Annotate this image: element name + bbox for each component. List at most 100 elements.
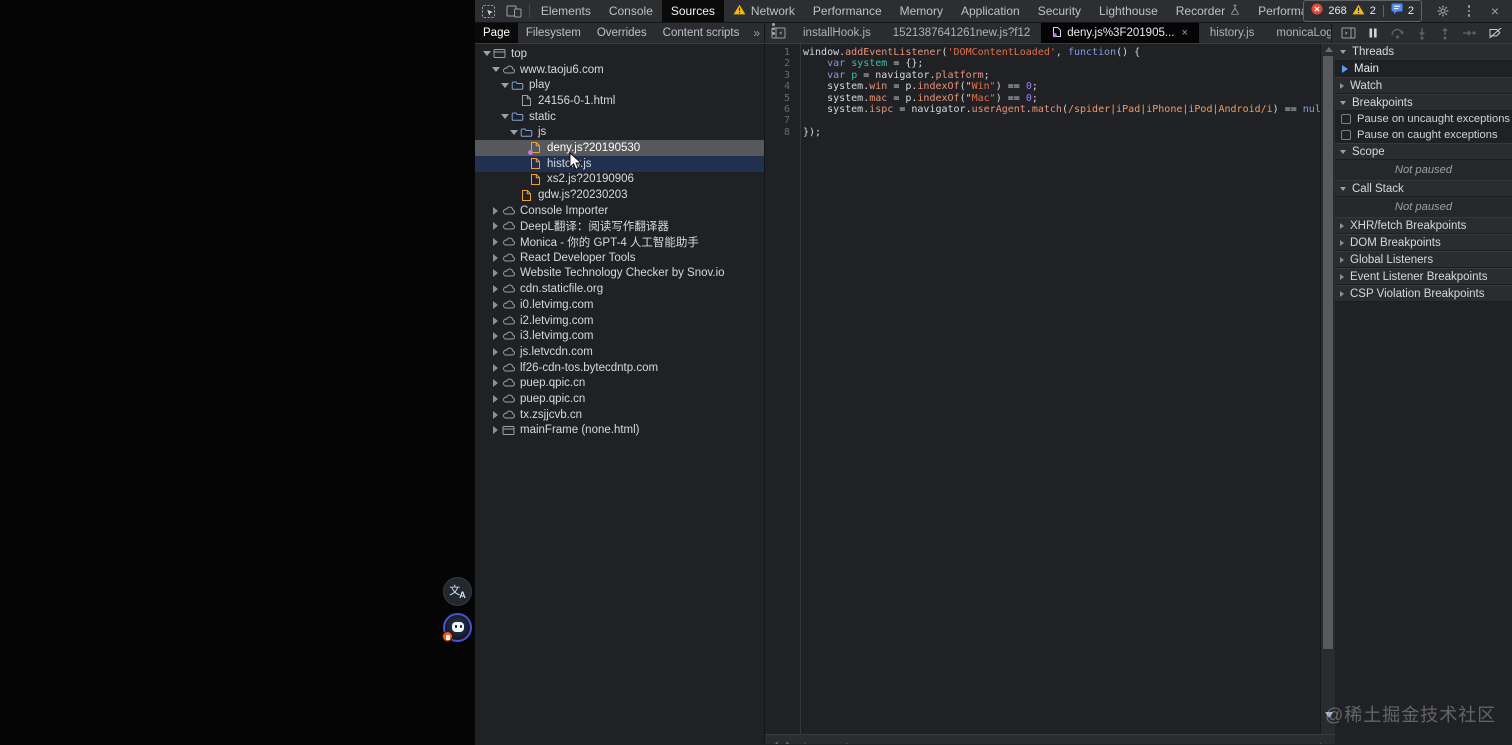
navigator-tab-filesystem[interactable]: Filesystem bbox=[518, 23, 589, 43]
chevron-collapsed-icon[interactable] bbox=[490, 222, 501, 231]
tree-item-www-taoju6-com[interactable]: www.taoju6.com bbox=[475, 62, 764, 78]
editor-tab-installhook-js[interactable]: installHook.js bbox=[792, 23, 882, 43]
tab-lighthouse[interactable]: Lighthouse bbox=[1090, 0, 1167, 22]
tree-item-puep-qpic-cn[interactable]: puep.qpic.cn bbox=[475, 391, 764, 407]
tree-item-i0-letvimg-com[interactable]: i0.letvimg.com bbox=[475, 297, 764, 313]
checkbox-icon[interactable] bbox=[1341, 130, 1351, 140]
tree-item-console-importer[interactable]: Console Importer bbox=[475, 203, 764, 219]
chevron-expanded-icon[interactable] bbox=[490, 67, 501, 73]
step-into-icon[interactable] bbox=[1416, 27, 1428, 40]
tree-item-lf26-cdn-tos-bytecdntp-com[interactable]: lf26-cdn-tos.bytecdntp.com bbox=[475, 360, 764, 376]
editor-tab-1521387641261new-js-f12[interactable]: 1521387641261new.js?f12 bbox=[882, 23, 1042, 43]
tab-console[interactable]: Console bbox=[600, 0, 662, 22]
chevron-collapsed-icon[interactable] bbox=[490, 206, 501, 215]
step-out-icon[interactable] bbox=[1439, 27, 1451, 40]
step-icon[interactable] bbox=[1462, 27, 1477, 39]
tab-security[interactable]: Security bbox=[1029, 0, 1090, 22]
section-header-global-listeners[interactable]: Global Listeners bbox=[1335, 251, 1512, 268]
tree-item-play[interactable]: play bbox=[475, 77, 764, 93]
tab-memory[interactable]: Memory bbox=[891, 0, 952, 22]
editor-tab-history-js[interactable]: history.js bbox=[1199, 23, 1266, 43]
tree-item-24156-0-1-html[interactable]: 24156-0-1.html bbox=[475, 93, 764, 109]
section-header-watch[interactable]: Watch bbox=[1335, 77, 1512, 94]
chevron-collapsed-icon[interactable] bbox=[490, 316, 501, 325]
tree-item-xs2-js-20190906[interactable]: xs2.js?20190906 bbox=[475, 172, 764, 188]
toggle-debugger-sidebar-icon[interactable] bbox=[1341, 27, 1356, 39]
chevron-collapsed-icon[interactable] bbox=[490, 410, 501, 419]
deactivate-breakpoints-icon[interactable] bbox=[1488, 27, 1503, 39]
settings-gear-icon[interactable] bbox=[1430, 4, 1456, 18]
chevron-collapsed-icon[interactable] bbox=[490, 238, 501, 247]
navigator-tab-page[interactable]: Page bbox=[475, 23, 518, 43]
tab-performance-insights[interactable]: Performance insights bbox=[1249, 0, 1303, 22]
tree-item-top[interactable]: top bbox=[475, 46, 764, 62]
chevron-collapsed-icon[interactable] bbox=[490, 394, 501, 403]
chevron-collapsed-icon[interactable] bbox=[490, 347, 501, 356]
tree-item-i2-letvimg-com[interactable]: i2.letvimg.com bbox=[475, 313, 764, 329]
overflow-tabs-icon[interactable]: » bbox=[747, 23, 766, 43]
navigator-tab-content-scripts[interactable]: Content scripts bbox=[655, 23, 748, 43]
tree-item-i3-letvimg-com[interactable]: i3.letvimg.com bbox=[475, 328, 764, 344]
toggle-navigator-panel-icon[interactable] bbox=[765, 23, 792, 43]
chevron-collapsed-icon[interactable] bbox=[490, 285, 501, 294]
section-header-threads[interactable]: Threads bbox=[1335, 44, 1512, 61]
tree-item-gdw-js-20230203[interactable]: gdw.js?20230203 bbox=[475, 187, 764, 203]
editor-tab-deny-js-3f201905[interactable]: deny.js%3F201905... × bbox=[1041, 23, 1199, 43]
tree-item-tx-zsjjcvb-cn[interactable]: tx.zsjjcvb.cn bbox=[475, 407, 764, 423]
tree-item-js[interactable]: js bbox=[475, 124, 764, 140]
tab-network[interactable]: Network bbox=[724, 0, 804, 22]
editor-scrollbar[interactable] bbox=[1320, 44, 1335, 734]
checkbox-pause-on-uncaught-exceptions[interactable]: Pause on uncaught exceptions bbox=[1335, 111, 1512, 127]
chevron-expanded-icon[interactable] bbox=[508, 129, 519, 135]
scrollbar-thumb[interactable] bbox=[1323, 56, 1333, 649]
translate-button[interactable]: 文A bbox=[443, 577, 472, 606]
section-header-dom-breakpoints[interactable]: DOM Breakpoints bbox=[1335, 234, 1512, 251]
chevron-collapsed-icon[interactable] bbox=[490, 269, 501, 278]
tab-application[interactable]: Application bbox=[952, 0, 1029, 22]
tree-item-js-letvcdn-com[interactable]: js.letvcdn.com bbox=[475, 344, 764, 360]
code-editor[interactable]: 1 window.addEventListener('DOMContentLoad… bbox=[765, 44, 1335, 744]
tab-performance[interactable]: Performance bbox=[804, 0, 891, 22]
thread-item-main[interactable]: Main bbox=[1335, 61, 1512, 77]
chevron-collapsed-icon[interactable] bbox=[490, 426, 501, 435]
chevron-expanded-icon[interactable] bbox=[481, 51, 492, 57]
tree-item-deepl[interactable]: DeepL翻译：阅读写作翻译器 bbox=[475, 219, 764, 235]
section-header-scope[interactable]: Scope bbox=[1335, 143, 1512, 160]
tree-item-static[interactable]: static bbox=[475, 109, 764, 125]
more-menu-icon[interactable] bbox=[1456, 5, 1482, 17]
chevron-collapsed-icon[interactable] bbox=[490, 253, 501, 262]
chevron-expanded-icon[interactable] bbox=[499, 114, 510, 120]
scroll-up-arrow-icon[interactable] bbox=[1324, 47, 1333, 52]
tree-item-monica-gpt-4[interactable]: Monica - 你的 GPT-4 人工智能助手 bbox=[475, 234, 764, 250]
tree-item-history-js[interactable]: history.js bbox=[475, 155, 764, 172]
tree-item-cdn-staticfile-org[interactable]: cdn.staticfile.org bbox=[475, 281, 764, 297]
tree-item-mainframe-none-html[interactable]: mainFrame (none.html) bbox=[475, 423, 764, 439]
chevron-collapsed-icon[interactable] bbox=[490, 379, 501, 388]
checkbox-pause-on-caught-exceptions[interactable]: Pause on caught exceptions bbox=[1335, 127, 1512, 143]
pretty-print-button[interactable]: { } bbox=[773, 742, 791, 744]
tree-item-deny-js-20190530[interactable]: deny.js?20190530 bbox=[475, 140, 764, 156]
close-icon[interactable]: × bbox=[1482, 4, 1508, 18]
scroll-down-arrow-icon[interactable] bbox=[1324, 712, 1333, 718]
section-header-xhr-fetch-breakpoints[interactable]: XHR/fetch Breakpoints bbox=[1335, 217, 1512, 234]
section-header-breakpoints[interactable]: Breakpoints bbox=[1335, 94, 1512, 111]
monica-button[interactable] bbox=[442, 613, 472, 642]
chevron-expanded-icon[interactable] bbox=[499, 82, 510, 88]
pause-icon[interactable] bbox=[1367, 27, 1379, 39]
checkbox-icon[interactable] bbox=[1341, 114, 1351, 124]
status-badges[interactable]: 268 2 2 bbox=[1303, 0, 1422, 22]
inspect-icon[interactable] bbox=[475, 0, 501, 22]
chevron-collapsed-icon[interactable] bbox=[490, 300, 501, 309]
tree-item-react-developer-tools[interactable]: React Developer Tools bbox=[475, 250, 764, 266]
tab-sources[interactable]: Sources bbox=[661, 0, 724, 22]
tab-elements[interactable]: Elements bbox=[532, 0, 600, 22]
chevron-collapsed-icon[interactable] bbox=[490, 332, 501, 341]
step-over-icon[interactable] bbox=[1390, 27, 1405, 39]
section-header-call-stack[interactable]: Call Stack bbox=[1335, 180, 1512, 197]
tree-item-puep-qpic-cn[interactable]: puep.qpic.cn bbox=[475, 375, 764, 391]
chevron-collapsed-icon[interactable] bbox=[490, 363, 501, 372]
close-tab-icon[interactable]: × bbox=[1181, 27, 1187, 39]
tree-item-website-technology-checker-by-snov-io[interactable]: Website Technology Checker by Snov.io bbox=[475, 266, 764, 282]
tab-recorder[interactable]: Recorder bbox=[1167, 0, 1249, 22]
section-header-csp-violation-breakpoints[interactable]: CSP Violation Breakpoints bbox=[1335, 285, 1512, 302]
